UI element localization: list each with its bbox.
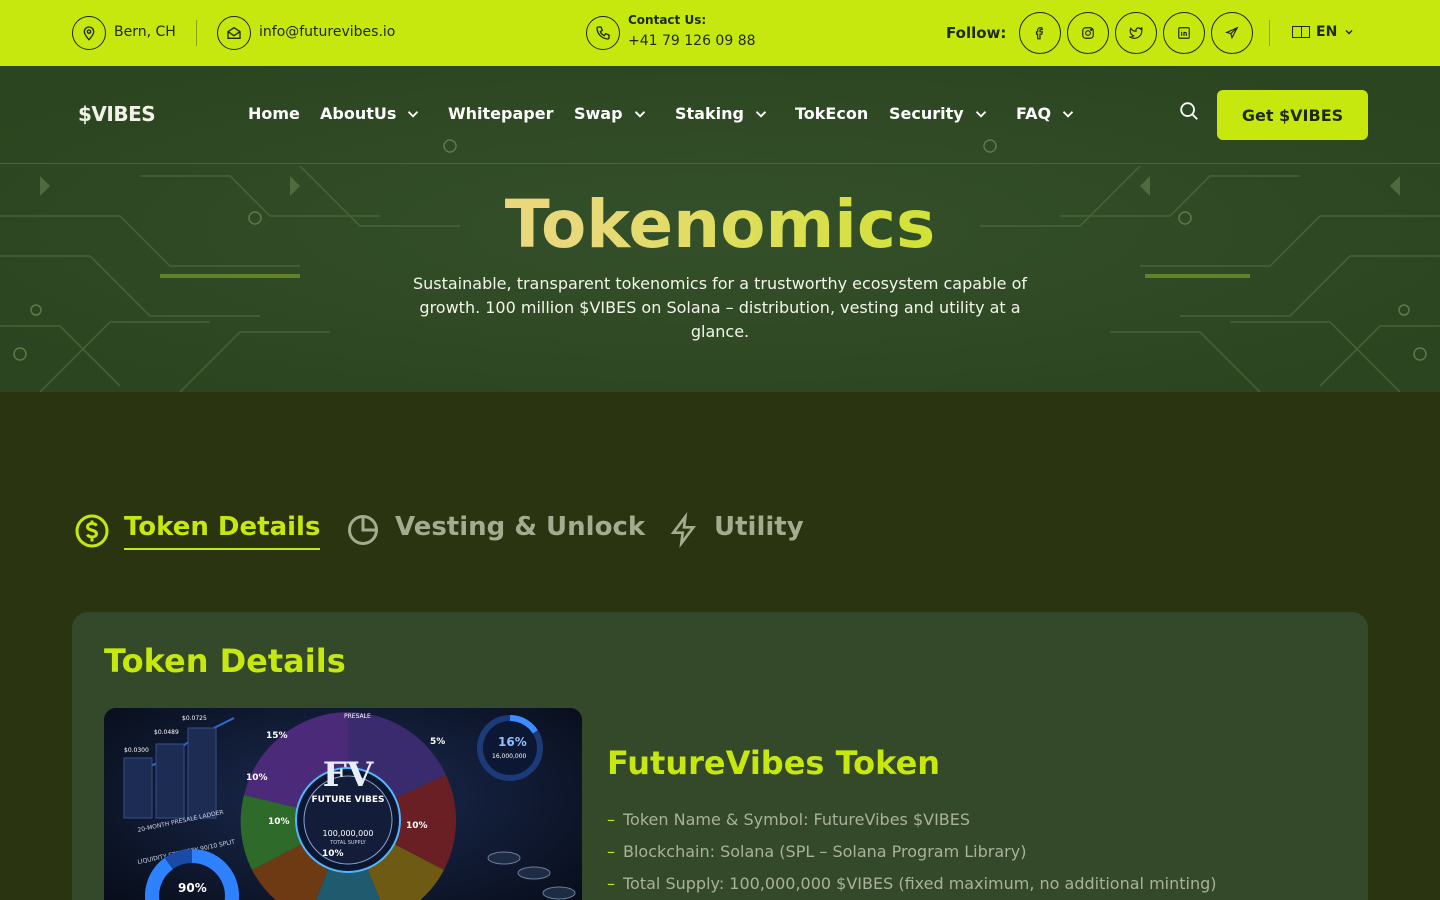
divider xyxy=(196,20,197,46)
nav-item-whitepaper[interactable]: Whitepaper xyxy=(448,104,553,123)
token-details-list: – Token Name & Symbol: FutureVibes $VIBES… xyxy=(607,804,1217,900)
list-item-text: Token Name & Symbol: FutureVibes $VIBES xyxy=(623,810,971,829)
nav-item-tokecon[interactable]: TokEcon xyxy=(795,104,868,123)
divider xyxy=(1269,20,1270,46)
search-icon[interactable] xyxy=(1178,100,1200,126)
language-selector[interactable]: EN xyxy=(1292,24,1355,40)
hero-subtitle: Sustainable, transparent tokenomics for … xyxy=(412,274,1028,341)
hero-section: $VIBES Home AboutUs Whitepaper Swap Stak… xyxy=(0,66,1440,392)
nav-label: Swap xyxy=(574,104,623,123)
segment-team-pct: 5% xyxy=(430,737,445,747)
nav-item-security[interactable]: Security xyxy=(889,104,990,123)
facebook-icon[interactable] xyxy=(1019,12,1061,54)
location-pin-icon xyxy=(72,16,106,50)
get-vibes-button[interactable]: Get $VIBES xyxy=(1217,90,1368,140)
total-supply-amount: 100,000,000 xyxy=(323,829,374,838)
instagram-icon[interactable] xyxy=(1067,12,1109,54)
tab-vesting-unlock[interactable]: Vesting & Unlock xyxy=(345,512,645,548)
liquidity-pct: 90% xyxy=(178,881,207,895)
dollar-circle-icon xyxy=(75,514,109,548)
list-item-text: Total Supply: 100,000,000 $VIBES (fixed … xyxy=(623,874,1217,893)
nav-label: Home xyxy=(248,104,300,123)
nav-label: AboutUs xyxy=(320,104,397,123)
segment-marketing-pct: 10% xyxy=(406,821,428,831)
mail-icon xyxy=(217,16,251,50)
tab-label: Utility xyxy=(714,512,804,542)
list-item: – Total Supply: 100,000,000 $VIBES (fixed… xyxy=(607,868,1217,900)
nav-item-staking[interactable]: Staking xyxy=(675,104,770,123)
contact-label: Contact Us: xyxy=(628,13,707,27)
segment-development-pct: 10% xyxy=(322,849,344,859)
segment-presale: PRESALE xyxy=(344,713,371,720)
token-title: FutureVibes Token xyxy=(607,744,941,782)
nav-item-aboutus[interactable]: AboutUs xyxy=(320,104,422,123)
fv-logo-subtext: FUTURE VIBES xyxy=(312,795,385,805)
site-logo[interactable]: $VIBES xyxy=(78,102,156,126)
location-text: Bern, CH xyxy=(114,24,176,40)
segment-charity-pct: 10% xyxy=(246,773,268,783)
email-link[interactable]: info@futurevibes.io xyxy=(259,24,395,40)
nav-label: Staking xyxy=(675,104,744,123)
page-title: Tokenomics xyxy=(0,186,1440,263)
linkedin-icon[interactable] xyxy=(1163,12,1205,54)
ring-amount: 16,000,000 xyxy=(492,753,527,760)
telegram-icon[interactable] xyxy=(1211,12,1253,54)
list-item-text: Blockchain: Solana (SPL – Solana Program… xyxy=(623,842,1027,861)
chevron-down-icon xyxy=(1345,29,1353,35)
nav-divider xyxy=(0,163,1440,164)
segment-listings-pct: 10% xyxy=(268,817,290,827)
top-contact-bar: Bern, CH info@futurevibes.io Contact Us:… xyxy=(0,0,1440,66)
nav-label: Security xyxy=(889,104,964,123)
segment-staking-pct: 15% xyxy=(266,731,288,741)
fv-logo-text: FV xyxy=(323,755,374,795)
nav-item-swap[interactable]: Swap xyxy=(574,104,649,123)
phone-link[interactable]: +41 79 126 09 88 xyxy=(628,33,756,49)
flag-icon xyxy=(1292,26,1310,38)
follow-label: Follow: xyxy=(946,24,1007,42)
chevron-down-icon xyxy=(975,110,986,118)
nav-item-home[interactable]: Home xyxy=(248,104,300,123)
nav-label: FAQ xyxy=(1016,104,1052,123)
nav-label: Whitepaper xyxy=(448,104,554,123)
chevron-down-icon xyxy=(408,110,419,118)
lightning-icon xyxy=(670,512,696,548)
tab-label: Vesting & Unlock xyxy=(395,512,646,542)
chevron-down-icon xyxy=(1062,110,1074,118)
phone-icon xyxy=(586,16,620,50)
tab-label: Token Details xyxy=(124,512,321,550)
price-2: $0.0489 xyxy=(154,729,179,736)
price-1: $0.0300 xyxy=(124,747,149,754)
pie-chart-icon xyxy=(348,514,379,545)
card-title: Token Details xyxy=(104,642,346,680)
tab-utility[interactable]: Utility xyxy=(668,512,804,548)
total-supply-label: TOTAL SUPPLY xyxy=(329,840,366,846)
twitter-icon[interactable] xyxy=(1115,12,1157,54)
language-label: EN xyxy=(1316,24,1338,40)
list-item: – Token Name & Symbol: FutureVibes $VIBES xyxy=(607,804,1217,836)
tab-token-details[interactable]: Token Details xyxy=(74,512,321,550)
bullet-dash: – xyxy=(607,810,615,829)
bullet-dash: – xyxy=(607,874,615,893)
token-details-card: Token Details $0.0300 $0.0489 $0.0725 20… xyxy=(72,612,1368,900)
tokenomics-infographic: $0.0300 $0.0489 $0.0725 20-MONTH PRESALE… xyxy=(104,708,582,900)
ring-pct: 16% xyxy=(498,735,527,749)
nav-label: TokEcon xyxy=(795,104,869,123)
chevron-down-icon xyxy=(634,110,645,118)
bullet-dash: – xyxy=(607,842,615,861)
chevron-down-icon xyxy=(755,110,767,118)
nav-item-faq[interactable]: FAQ xyxy=(1016,104,1077,123)
list-item: – Blockchain: Solana (SPL – Solana Progra… xyxy=(607,836,1217,868)
price-3: $0.0725 xyxy=(182,715,207,722)
